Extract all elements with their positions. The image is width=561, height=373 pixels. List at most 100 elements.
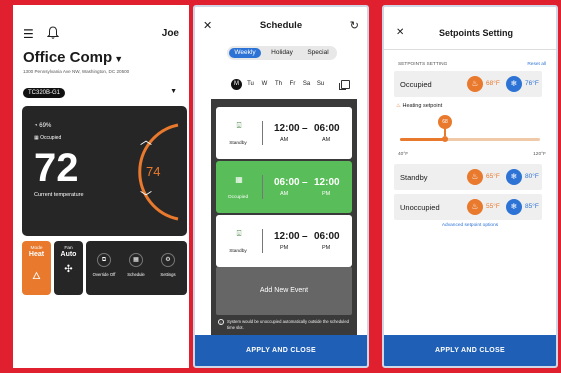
slider-max-label: 120°F <box>533 152 546 157</box>
slider-value-pin: 68 <box>438 115 452 129</box>
location-name: Office Comp <box>23 49 113 66</box>
fan-icon: ✣ <box>64 264 73 275</box>
copy-icon[interactable] <box>339 80 350 90</box>
settings-label: Settings <box>160 272 176 277</box>
user-name[interactable]: Joe <box>162 28 179 39</box>
standby-icon: ⍗ <box>236 121 242 130</box>
event-end: 06:00 <box>314 231 340 242</box>
building-icon: ▦ <box>235 175 243 184</box>
event-dash: – <box>302 177 308 188</box>
bell-icon[interactable] <box>47 26 59 40</box>
event-divider <box>262 175 263 199</box>
setpoints-screen: ✕ Setpoints Setting SETPOINTS SETTING Re… <box>382 5 558 368</box>
event-start-ampm: PM <box>280 245 289 251</box>
thermostat-card: ◔ 69% ▦ Occupied 72 Current temperature … <box>22 106 187 236</box>
day-thursday[interactable]: Th <box>273 79 284 90</box>
schedule-header: ✕ Schedule ↻ <box>195 19 367 35</box>
humidity-readout: ◔ 69% <box>34 123 51 129</box>
day-wednesday[interactable]: W <box>259 79 270 90</box>
tab-weekly[interactable]: Weekly <box>229 48 261 58</box>
heat-value: 55°F <box>486 203 500 210</box>
apply-and-close-button[interactable]: APPLY AND CLOSE <box>384 335 556 366</box>
event-standby-afternoon[interactable]: ⍗ Standby 12:00 PM – 06:00 PM <box>216 215 352 267</box>
flame-icon: 🜂 <box>32 271 41 282</box>
event-start-ampm: AM <box>280 191 289 197</box>
event-divider <box>262 121 263 145</box>
heat-value: 68°F <box>486 80 500 87</box>
fan-value: Auto <box>60 251 77 258</box>
cool-value: 76°F <box>525 80 539 87</box>
schedule-screen: ✕ Schedule ↻ Weekly Holiday Special M Tu… <box>193 5 369 368</box>
heat-value: 65°F <box>486 173 500 180</box>
fan-button[interactable]: Fan Auto ✣ <box>54 241 83 295</box>
event-end-ampm: PM <box>322 191 331 197</box>
tab-special[interactable]: Special <box>301 48 335 58</box>
cool-value: 85°F <box>525 203 539 210</box>
schedule-tabs: Weekly Holiday Special <box>227 46 337 60</box>
current-temperature: 72 <box>34 146 79 190</box>
building-icon: ▦ <box>34 135 39 141</box>
note-text: System would be unoccupied automatically… <box>227 319 349 330</box>
override-icon: ⧉ <box>97 253 111 267</box>
day-friday[interactable]: Fr <box>287 79 298 90</box>
reset-all-link[interactable]: Reset all <box>527 62 546 67</box>
event-start: 06:00 <box>274 177 300 188</box>
current-temperature-label: Current temperature <box>34 192 84 198</box>
heating-setpoint-label: ♨ Heating setpoint <box>396 103 442 109</box>
heating-label-text: Heating setpoint <box>402 103 443 109</box>
event-end-ampm: PM <box>322 245 331 251</box>
slider-fill <box>400 138 448 141</box>
mode-button[interactable]: Mode Heat 🜂 <box>22 241 51 295</box>
home-header: ☰ Joe <box>23 26 179 43</box>
event-dash: – <box>302 123 308 134</box>
standby-icon: ⍗ <box>236 229 242 238</box>
humidity-icon: ◔ <box>34 123 38 129</box>
heating-setpoint-slider[interactable]: 68 <box>400 115 540 151</box>
day-monday[interactable]: M <box>231 79 242 90</box>
quick-actions: ⧉ Override Off ▦ Schedule ⚙ Settings <box>86 241 187 295</box>
refresh-icon[interactable]: ↻ <box>350 19 359 32</box>
event-end: 06:00 <box>314 123 340 134</box>
slider-thumb[interactable] <box>442 136 448 142</box>
setpoint-row-standby[interactable]: Standby ♨ 65°F ❄ 80°F <box>394 164 542 190</box>
event-mode: Occupied <box>227 195 249 200</box>
cool-value: 80°F <box>525 173 539 180</box>
event-start: 12:00 <box>274 123 300 134</box>
day-sunday[interactable]: Su <box>315 79 326 90</box>
location-selector[interactable]: Office Comp ▼ <box>23 49 123 66</box>
device-caret-icon[interactable]: ▼ <box>170 88 177 95</box>
chevron-down-icon: ▼ <box>114 54 124 64</box>
header-divider <box>384 49 556 50</box>
setpoint-row-unoccupied[interactable]: Unoccupied ♨ 55°F ❄ 85°F <box>394 194 542 220</box>
flame-icon: ♨ <box>467 169 483 185</box>
add-event-button[interactable]: Add New Event <box>216 267 352 315</box>
schedule-button[interactable]: ▦ Schedule <box>120 253 152 277</box>
schedule-events-panel: ⍗ Standby 12:00 AM – 06:00 AM ▦ Occupied… <box>211 99 357 339</box>
tab-holiday[interactable]: Holiday <box>267 48 297 58</box>
calendar-icon: ▦ <box>129 253 143 267</box>
override-off-button[interactable]: ⧉ Override Off <box>88 253 120 277</box>
setpoint-row-occupied[interactable]: Occupied ♨ 68°F ❄ 76°F <box>394 71 542 97</box>
snowflake-icon: ❄ <box>506 169 522 185</box>
device-selector[interactable]: TC320B-G1 <box>23 88 66 98</box>
event-start-ampm: AM <box>280 137 289 143</box>
advanced-setpoint-options-link[interactable]: Advanced setpoint options <box>384 223 556 228</box>
settings-button[interactable]: ⚙ Settings <box>152 253 184 277</box>
slider-min-label: 40°F <box>398 152 409 157</box>
flame-icon: ♨ <box>467 199 483 215</box>
flame-icon: ♨ <box>396 103 401 109</box>
snowflake-icon: ❄ <box>506 76 522 92</box>
increase-setpoint-icon[interactable]: ︿ <box>140 131 152 148</box>
day-saturday[interactable]: Sa <box>301 79 312 90</box>
section-label: SETPOINTS SETTING <box>398 62 448 67</box>
event-occupied[interactable]: ▦ Occupied 06:00 AM – 12:00 PM <box>216 161 352 213</box>
day-tuesday[interactable]: Tu <box>245 79 256 90</box>
menu-icon[interactable]: ☰ <box>23 27 34 41</box>
occupancy-status: ▦ Occupied <box>34 135 61 141</box>
event-divider <box>262 229 263 253</box>
event-start: 12:00 <box>274 231 300 242</box>
decrease-setpoint-icon[interactable]: ﹀ <box>140 188 152 205</box>
occupancy-label: Occupied <box>40 135 62 141</box>
apply-and-close-button[interactable]: APPLY AND CLOSE <box>195 335 367 366</box>
event-standby-morning[interactable]: ⍗ Standby 12:00 AM – 06:00 AM <box>216 107 352 159</box>
